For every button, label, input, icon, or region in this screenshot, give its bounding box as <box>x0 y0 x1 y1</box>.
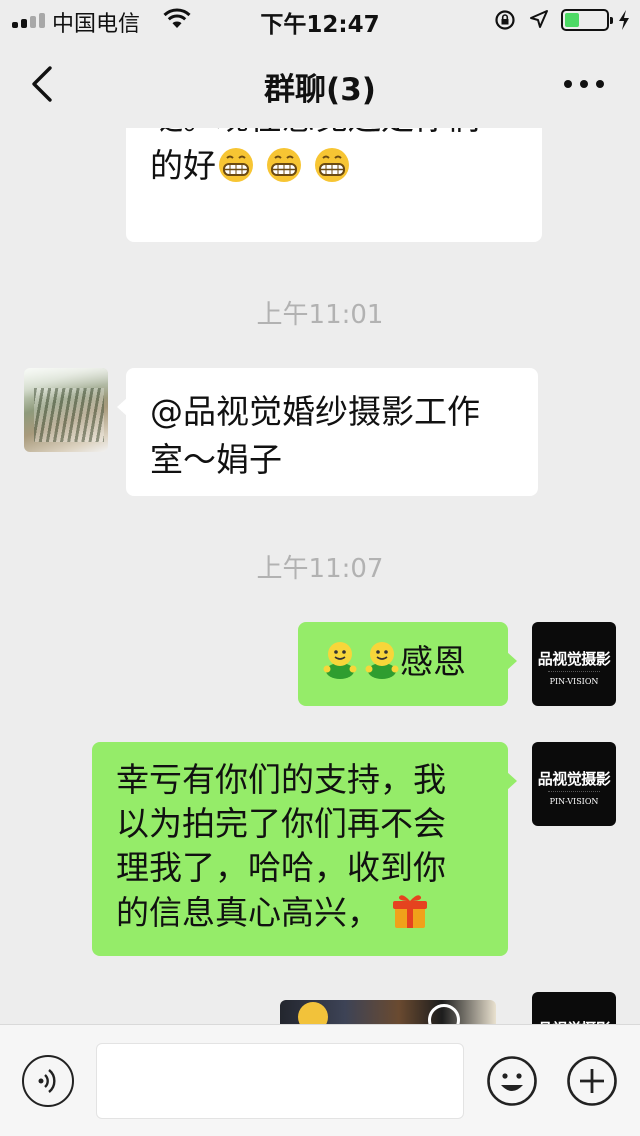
nav-bar: 群聊(3) <box>0 40 640 128</box>
voice-icon[interactable] <box>22 1055 74 1107</box>
message-text: 的好 <box>150 146 216 185</box>
avatar-brand-title: 品视觉摄影 <box>537 770 611 788</box>
grin-emoji-icon <box>216 147 256 196</box>
avatar-brand-subtitle: PIN-VISION <box>549 677 599 686</box>
charging-bolt-icon <box>618 9 630 37</box>
message-text: 感恩 <box>400 642 466 681</box>
message-text: 哒。现在感觉还是你们 <box>150 128 480 142</box>
smiley-figure-emoji-icon <box>364 639 400 692</box>
timestamp-label: 上午11:01 <box>256 300 384 330</box>
message-bubble-outgoing[interactable]: 感恩 <box>298 622 517 706</box>
grin-emoji-icon <box>312 147 352 196</box>
gift-emoji-icon <box>390 890 430 941</box>
avatar[interactable] <box>24 368 108 452</box>
message-text: 的信息真心高兴， <box>116 893 380 932</box>
status-bar: 中国电信 下午12:47 <box>0 0 640 40</box>
chat-message-list[interactable]: 哒。现在感觉还是你们 的好 上午11:01 @品视觉婚纱摄影工作 室～娟子 上午… <box>0 128 640 1024</box>
message-text: @品视觉婚纱摄影工作 <box>150 392 480 431</box>
message-text: 理我了，哈哈，收到你 <box>116 848 446 887</box>
message-bubble-outgoing[interactable]: 幸亏有你们的支持，我 以为拍完了你们再不会 理我了，哈哈，收到你 的信息真心高兴… <box>92 742 517 956</box>
avatar-brand-title: 品视觉摄影 <box>537 650 611 668</box>
message-text: 室～娟子 <box>150 439 282 479</box>
battery-level <box>565 13 579 27</box>
message-input[interactable] <box>96 1043 464 1119</box>
message-bubble-incoming[interactable]: 哒。现在感觉还是你们 的好 <box>126 128 542 242</box>
avatar[interactable]: 品视觉摄影 <box>532 992 616 1024</box>
avatar[interactable]: 品视觉摄影 PIN-VISION <box>532 622 616 706</box>
location-arrow-icon <box>529 9 549 35</box>
grin-emoji-icon <box>264 147 304 196</box>
emoji-icon[interactable] <box>486 1055 538 1107</box>
plus-icon[interactable] <box>566 1055 618 1107</box>
timestamp-label: 上午11:07 <box>256 554 384 584</box>
smiley-figure-emoji-icon <box>322 639 358 692</box>
chat-title: 群聊(3) <box>264 72 376 108</box>
avatar[interactable]: 品视觉摄影 PIN-VISION <box>532 742 616 826</box>
message-bubble-incoming[interactable]: @品视觉婚纱摄影工作 室～娟子 <box>117 368 538 496</box>
message-text: 幸亏有你们的支持，我 <box>116 760 446 799</box>
orientation-lock-icon <box>494 9 516 37</box>
message-text: 以为拍完了你们再不会 <box>116 804 446 843</box>
battery-icon <box>561 9 613 31</box>
more-dots-icon[interactable] <box>564 80 604 88</box>
image-message-thumbnail[interactable] <box>280 1000 496 1024</box>
avatar-brand-subtitle: PIN-VISION <box>549 797 599 806</box>
input-bar <box>0 1024 640 1136</box>
